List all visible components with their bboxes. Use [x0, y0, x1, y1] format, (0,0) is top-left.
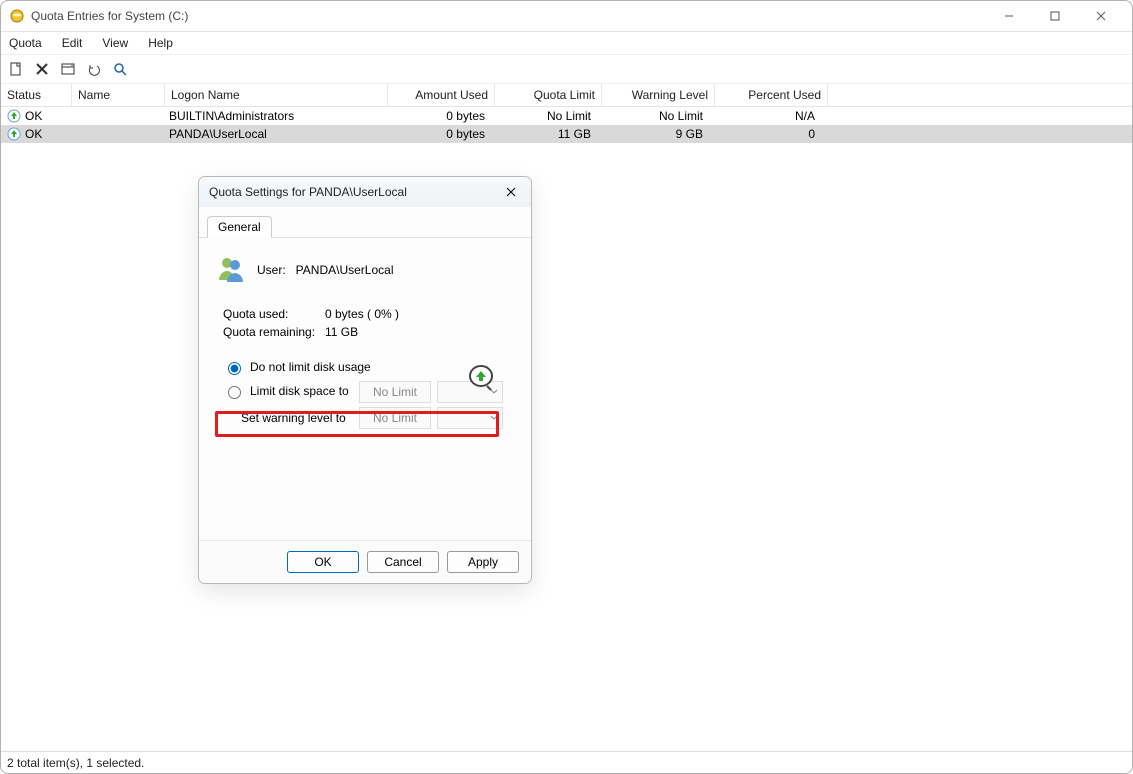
status-ok-icon [7, 127, 21, 141]
warn-label: Set warning level to [241, 411, 353, 425]
cell-name [71, 125, 163, 143]
menu-help[interactable]: Help [146, 34, 175, 52]
radio-no-limit[interactable] [228, 362, 241, 375]
status-text: OK [25, 109, 42, 123]
col-status[interactable]: Status [1, 84, 72, 106]
dialog-body: User: PANDA\UserLocal Quota used: 0 byte… [199, 238, 531, 540]
cell-limit: No Limit [491, 107, 597, 125]
user-value: PANDA\UserLocal [296, 263, 394, 277]
menu-view[interactable]: View [100, 34, 130, 52]
cell-amount: 0 bytes [385, 125, 491, 143]
quota-settings-dialog: Quota Settings for PANDA\UserLocal Gener… [198, 176, 532, 584]
main-window: Quota Entries for System (C:) Quota Edit… [0, 0, 1133, 774]
quota-used-label: Quota used: [223, 307, 325, 321]
minimize-button[interactable] [986, 1, 1032, 31]
col-amount[interactable]: Amount Used [388, 84, 495, 106]
cell-amount: 0 bytes [385, 107, 491, 125]
properties-icon[interactable] [59, 60, 77, 78]
list-header: Status Name Logon Name Amount Used Quota… [1, 84, 1132, 107]
col-name[interactable]: Name [72, 84, 165, 106]
status-text: OK [25, 127, 42, 141]
toolbar [1, 55, 1132, 84]
menu-quota[interactable]: Quota [7, 34, 44, 52]
window-title: Quota Entries for System (C:) [31, 9, 188, 23]
apply-button[interactable]: Apply [447, 551, 519, 573]
dialog-tabs: General [199, 207, 531, 238]
cell-pct: N/A [709, 107, 821, 125]
delete-icon[interactable] [33, 60, 51, 78]
cell-name [71, 107, 163, 125]
radio-no-limit-label: Do not limit disk usage [250, 360, 371, 374]
radio-limit-label: Limit disk space to [250, 384, 349, 398]
dialog-title: Quota Settings for PANDA\UserLocal [209, 185, 407, 199]
col-pct[interactable]: Percent Used [715, 84, 828, 106]
user-label: User: [257, 263, 286, 277]
col-limit[interactable]: Quota Limit [495, 84, 602, 106]
statusbar: 2 total item(s), 1 selected. [1, 751, 1132, 773]
maximize-button[interactable] [1032, 1, 1078, 31]
cell-warn: 9 GB [597, 125, 709, 143]
col-logon[interactable]: Logon Name [165, 84, 388, 106]
quota-remaining-value: 11 GB [325, 325, 358, 339]
main-area: Quota Settings for PANDA\UserLocal Gener… [1, 143, 1132, 751]
limit-value-combo[interactable]: No Limit [359, 381, 431, 403]
close-button[interactable] [1078, 1, 1124, 31]
new-icon[interactable] [7, 60, 25, 78]
cell-pct: 0 [709, 125, 821, 143]
undo-icon[interactable] [85, 60, 103, 78]
app-icon [9, 8, 25, 24]
cell-limit: 11 GB [491, 125, 597, 143]
ok-button[interactable]: OK [287, 551, 359, 573]
dialog-buttons: OK Cancel Apply [199, 540, 531, 583]
cell-warn: No Limit [597, 107, 709, 125]
cell-logon: BUILTIN\Administrators [163, 107, 385, 125]
statusbar-text: 2 total item(s), 1 selected. [7, 756, 144, 770]
cell-logon: PANDA\UserLocal [163, 125, 385, 143]
menu-edit[interactable]: Edit [60, 34, 85, 52]
users-icon [215, 252, 247, 287]
rows-container: OKBUILTIN\Administrators0 bytesNo LimitN… [1, 107, 1132, 143]
col-warn[interactable]: Warning Level [602, 84, 715, 106]
find-icon[interactable] [111, 60, 129, 78]
dialog-close-icon[interactable] [501, 182, 521, 202]
tab-general[interactable]: General [207, 216, 272, 238]
warn-unit-combo[interactable] [437, 407, 503, 429]
warn-value-combo[interactable]: No Limit [359, 407, 431, 429]
table-row[interactable]: OK PANDA\UserLocal0 bytes11 GB9 GB0 [1, 125, 1132, 143]
titlebar[interactable]: Quota Entries for System (C:) [1, 1, 1132, 32]
table-row[interactable]: OKBUILTIN\Administrators0 bytesNo LimitN… [1, 107, 1132, 125]
cancel-button[interactable]: Cancel [367, 551, 439, 573]
dialog-titlebar[interactable]: Quota Settings for PANDA\UserLocal [199, 177, 531, 207]
quota-remaining-label: Quota remaining: [223, 325, 325, 339]
status-ok-icon [7, 109, 21, 123]
menubar: Quota Edit View Help [1, 32, 1132, 55]
quota-used-value: 0 bytes ( 0% ) [325, 307, 399, 321]
traffic-light-icon [467, 364, 495, 395]
radio-limit[interactable] [228, 386, 241, 399]
